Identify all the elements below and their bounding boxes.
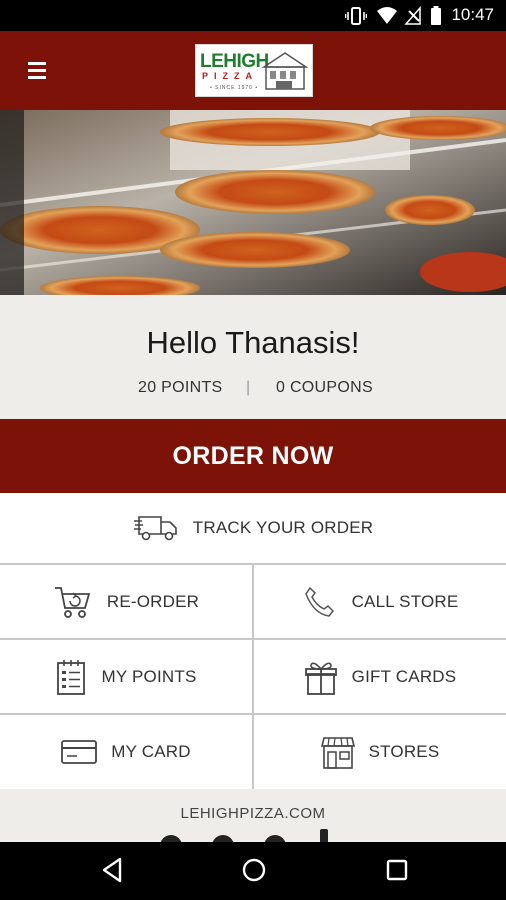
points-count[interactable]: 20 POINTS xyxy=(138,379,223,397)
track-order-label: TRACK YOUR ORDER xyxy=(192,518,374,537)
delivery-truck-icon xyxy=(133,516,177,541)
back-icon[interactable] xyxy=(100,856,124,884)
no-signal-icon xyxy=(404,6,421,25)
gift-cards-label: GIFT CARDS xyxy=(351,666,457,686)
social-icon[interactable] xyxy=(264,835,286,842)
hamburger-menu-icon[interactable] xyxy=(18,53,56,87)
credit-card-icon xyxy=(61,740,98,764)
vibrate-icon xyxy=(345,7,367,25)
hero-pizza-image xyxy=(0,110,506,295)
system-nav-bar xyxy=(0,842,506,900)
reorder-cart-icon xyxy=(54,586,91,618)
storefront-icon xyxy=(320,737,355,769)
wifi-icon xyxy=(377,7,397,24)
logo-since: • SINCE 1970 • xyxy=(210,85,259,91)
footer: LEHIGHPIZZA.COM xyxy=(0,789,506,842)
battery-icon xyxy=(431,6,441,25)
stats-separator: | xyxy=(246,379,251,396)
action-grid: RE-ORDER CALL STORE MY POINTS GIFT CARDS xyxy=(0,565,506,789)
status-bar: 10:47 xyxy=(0,0,506,31)
greeting-panel: Hello Thanasis! 20 POINTS | 0 COUPONS xyxy=(0,295,506,419)
my-card-label: MY CARD xyxy=(111,742,191,761)
phone-icon xyxy=(304,586,334,617)
gift-cards-button[interactable]: GIFT CARDS xyxy=(254,640,506,713)
social-icon[interactable] xyxy=(160,835,182,842)
social-icon[interactable] xyxy=(320,829,328,842)
order-now-button[interactable]: ORDER NOW xyxy=(0,419,506,493)
gift-icon xyxy=(304,661,337,695)
reorder-button[interactable]: RE-ORDER xyxy=(0,565,252,638)
order-now-label: ORDER NOW xyxy=(172,441,334,470)
points-list-icon xyxy=(57,659,86,695)
app-bar: LEHIGH PIZZA • SINCE 1970 • xyxy=(0,31,506,110)
my-points-button[interactable]: MY POINTS xyxy=(0,640,252,713)
my-points-label: MY POINTS xyxy=(101,666,197,686)
call-store-button[interactable]: CALL STORE xyxy=(254,565,506,638)
coupons-count[interactable]: 0 COUPONS xyxy=(276,379,373,397)
stores-label: STORES xyxy=(368,742,440,761)
stores-button[interactable]: STORES xyxy=(254,715,506,789)
my-card-button[interactable]: MY CARD xyxy=(0,715,252,789)
call-store-label: CALL STORE xyxy=(351,591,459,611)
social-icon[interactable] xyxy=(212,835,234,842)
greeting-text: Hello Thanasis! xyxy=(146,325,360,360)
reorder-label: RE-ORDER xyxy=(106,591,200,611)
brand-logo: LEHIGH PIZZA • SINCE 1970 • xyxy=(195,44,313,97)
website-link[interactable]: LEHIGHPIZZA.COM xyxy=(0,805,506,822)
home-icon[interactable] xyxy=(240,856,268,884)
logo-word: LEHIGH xyxy=(200,51,269,72)
building-icon xyxy=(262,52,308,90)
recents-icon[interactable] xyxy=(385,856,409,884)
logo-sub: PIZZA xyxy=(202,71,258,81)
track-order-button[interactable]: TRACK YOUR ORDER xyxy=(0,493,506,565)
clock: 10:47 xyxy=(451,5,494,24)
